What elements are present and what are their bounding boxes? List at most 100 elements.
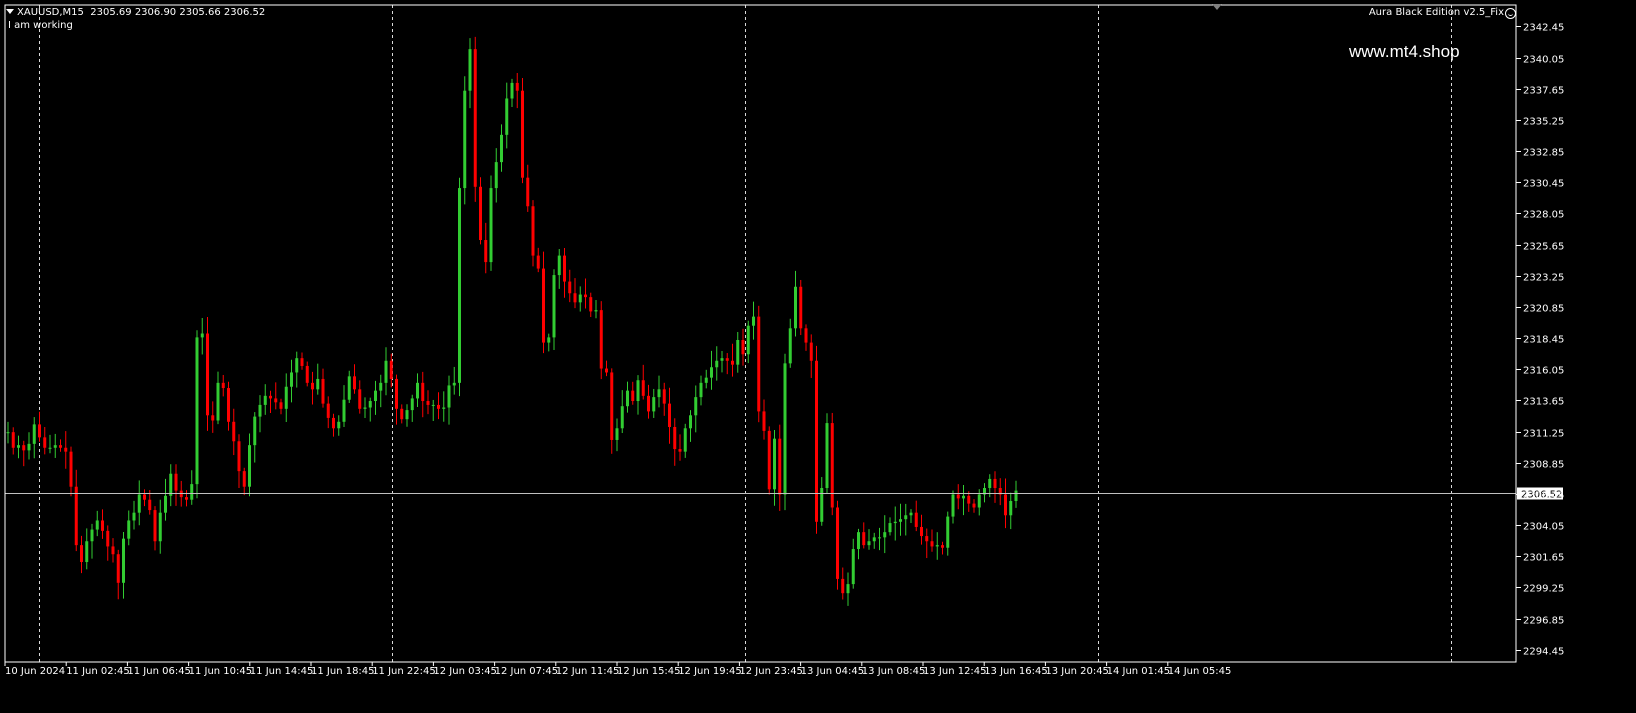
candle-body (704, 377, 708, 383)
candle-body (946, 516, 950, 548)
candle (568, 269, 572, 303)
candle-body (221, 382, 225, 389)
candle (169, 464, 173, 507)
candle-body (326, 403, 330, 418)
candle (305, 361, 309, 387)
candle (458, 177, 461, 397)
candle (153, 506, 157, 551)
candle-body (988, 478, 992, 489)
candle (636, 375, 640, 415)
ohlc-values: 2305.69 2306.90 2305.66 2306.52 (90, 7, 266, 18)
candle-body (841, 578, 845, 594)
candle (573, 278, 577, 309)
candle-body (148, 499, 152, 511)
candle-body (479, 186, 482, 241)
candle-body (657, 389, 661, 398)
candle-body (258, 404, 262, 417)
candle (967, 491, 971, 512)
candle-body (85, 541, 89, 563)
candle (38, 411, 41, 442)
candle-body (526, 177, 530, 207)
candle (11, 427, 15, 455)
candle-body (185, 497, 188, 500)
x-tick-label: 13 Jun 20:45 (1045, 666, 1109, 677)
candle-body (547, 337, 551, 343)
candle-body (269, 395, 272, 399)
candle-body (69, 451, 73, 487)
candle (689, 410, 692, 442)
candle-body (862, 532, 866, 546)
candle (379, 374, 383, 408)
x-tick-label: 12 Jun 19:45 (678, 666, 742, 677)
candle (699, 375, 703, 406)
candle (59, 439, 62, 452)
candle-body (762, 411, 766, 431)
candle-body (799, 286, 803, 329)
candle-body (468, 49, 472, 91)
candle (799, 279, 803, 336)
candle-body (116, 554, 120, 583)
candle-body (153, 510, 157, 542)
candle (116, 549, 120, 600)
x-tick-label: 13 Jun 08:45 (862, 666, 926, 677)
candle (6, 421, 10, 444)
candle (337, 415, 341, 436)
candle-body (53, 445, 57, 448)
candle (274, 382, 278, 410)
candle (489, 175, 493, 271)
candle (862, 522, 866, 549)
x-tick-label: 11 Jun 10:45 (189, 666, 253, 677)
candle (857, 528, 860, 560)
candle (704, 369, 708, 389)
candle-body (43, 437, 47, 448)
candle-body (956, 494, 960, 499)
candle-body (521, 90, 524, 178)
candle-body (825, 423, 829, 489)
status-text: I am working (8, 20, 73, 31)
candle (431, 399, 435, 421)
grid-lines (39, 5, 1452, 662)
candle (311, 371, 314, 405)
candle (1009, 492, 1013, 530)
candle-body (227, 388, 230, 422)
candle (914, 500, 918, 532)
y-tick-label: 2313.65 (1523, 397, 1564, 408)
candle (557, 249, 561, 289)
chart-menu-triangle-icon[interactable] (6, 9, 14, 14)
symbol-infobar[interactable]: XAUUSD,M15 2305.69 2306.90 2305.66 2306.… (6, 7, 265, 19)
y-tick-label: 2306.45 (1523, 491, 1564, 502)
candle (53, 433, 57, 458)
y-tick-label: 2320.85 (1523, 304, 1564, 315)
x-tick-label: 13 Jun 12:45 (923, 666, 987, 677)
price-chart[interactable]: 2306.52 2342.452340.052337.652335.252332… (0, 0, 1636, 713)
candle-body (878, 537, 881, 539)
candle-body (447, 385, 451, 408)
candle-body (741, 339, 745, 355)
y-tick-label: 2304.05 (1523, 522, 1564, 533)
candle-body (416, 382, 419, 399)
shift-marker-icon[interactable] (1212, 4, 1222, 10)
candle (746, 320, 750, 364)
candle (248, 433, 251, 497)
candle-body (484, 240, 488, 263)
candle (542, 251, 545, 354)
candle (547, 333, 551, 352)
candle-body (32, 424, 36, 444)
candle (494, 148, 498, 203)
candle-body (883, 532, 887, 538)
chart-window[interactable]: 2306.52 2342.45 2340.05 2337.65 2335.25 2332… (0, 0, 1636, 713)
candle-body (857, 532, 860, 550)
candle (794, 270, 797, 337)
candle-body (242, 471, 246, 487)
candle (143, 489, 146, 507)
candle-body (668, 403, 671, 427)
candle-body (316, 378, 320, 390)
candle-body (211, 415, 215, 421)
candle (836, 500, 839, 590)
candle-body (778, 438, 782, 495)
candle-body (804, 328, 808, 343)
candle-body (830, 423, 834, 508)
candle-body (137, 494, 141, 513)
candle-body (80, 545, 83, 563)
candle (463, 76, 467, 205)
